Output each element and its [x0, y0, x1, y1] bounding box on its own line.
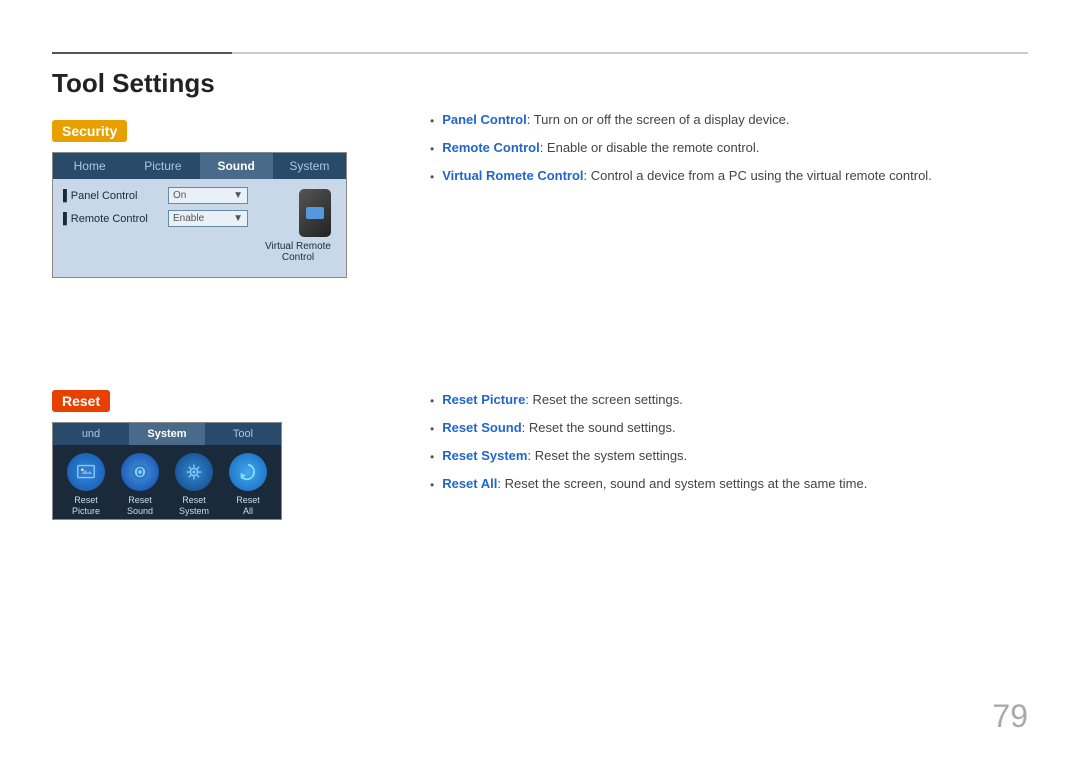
security-right-section: • Panel Control: Turn on or off the scre…	[430, 110, 1028, 206]
reset-icons-row: ResetPicture ResetSound	[53, 445, 281, 519]
reset-bullet-dot-4: •	[430, 476, 434, 494]
reset-system-item: ResetSystem	[170, 453, 218, 517]
all-svg	[237, 461, 259, 483]
reset-bullet-dot-1: •	[430, 392, 434, 410]
panel-control-row: ▌Panel Control On ▼	[63, 187, 265, 204]
bullet-dot-1: •	[430, 112, 434, 130]
tab-home[interactable]: Home	[53, 153, 126, 179]
reset-tab-und[interactable]: und	[53, 423, 129, 445]
reset-sound-link: Reset Sound	[442, 420, 521, 435]
reset-left-section: Reset und System Tool ResetPicture	[52, 390, 362, 520]
reset-tab-tool[interactable]: Tool	[205, 423, 281, 445]
security-bullet-list: • Panel Control: Turn on or off the scre…	[430, 110, 1028, 186]
reset-sound-icon	[121, 453, 159, 491]
reset-picture-item: ResetPicture	[62, 453, 110, 517]
page-number: 79	[992, 698, 1028, 735]
remote-control-link: Remote Control	[442, 140, 540, 155]
tab-system[interactable]: System	[273, 153, 346, 179]
remote-control-desc: : Enable or disable the remote control.	[540, 140, 760, 155]
security-left-section: Security Home Picture Sound System ▌Pane…	[52, 120, 362, 278]
reset-system-link: Reset System	[442, 448, 527, 463]
reset-tab-system[interactable]: System	[129, 423, 205, 445]
reset-picture-label: ResetPicture	[72, 495, 100, 517]
reset-badge: Reset	[52, 390, 110, 412]
panel-control-value: On	[173, 190, 186, 201]
virtual-remote-icon	[299, 189, 331, 237]
reset-sound-desc: : Reset the sound settings.	[522, 420, 676, 435]
bullet-reset-all: • Reset All: Reset the screen, sound and…	[430, 474, 1028, 494]
panel-control-arrow: ▼	[233, 190, 243, 201]
picture-svg	[75, 461, 97, 483]
bullet-reset-picture: • Reset Picture: Reset the screen settin…	[430, 390, 1028, 410]
reset-system-label: ResetSystem	[179, 495, 209, 517]
page-title: Tool Settings	[52, 68, 215, 99]
panel-control-desc: : Turn on or off the screen of a display…	[527, 112, 790, 127]
remote-control-value: Enable	[173, 213, 204, 224]
reset-bullet-dot-3: •	[430, 448, 434, 466]
reset-sound-label: ResetSound	[127, 495, 153, 517]
reset-all-item: ResetAll	[224, 453, 272, 517]
security-badge: Security	[52, 120, 127, 142]
bullet-reset-sound: • Reset Sound: Reset the sound settings.	[430, 418, 1028, 438]
remote-control-label: ▌Remote Control	[63, 213, 168, 225]
bullet-dot-3: •	[430, 168, 434, 186]
remote-screen	[306, 207, 324, 219]
bullet-panel-control: • Panel Control: Turn on or off the scre…	[430, 110, 1028, 130]
virtual-remote-area: Virtual RemoteControl	[265, 187, 336, 269]
reset-system-desc: : Reset the system settings.	[527, 448, 687, 463]
remote-control-row: ▌Remote Control Enable ▼	[63, 210, 265, 227]
security-menu-body: ▌Panel Control On ▼ ▌Remote Control Enab…	[53, 179, 346, 277]
reset-all-desc: : Reset the screen, sound and system set…	[497, 476, 867, 491]
tab-sound[interactable]: Sound	[200, 153, 273, 179]
top-border	[52, 52, 1028, 54]
virtual-remote-link: Virtual Romete Control	[442, 168, 583, 183]
tab-picture[interactable]: Picture	[126, 153, 199, 179]
reset-all-icon	[229, 453, 267, 491]
reset-picture-desc: : Reset the screen settings.	[525, 392, 683, 407]
virtual-remote-label: Virtual RemoteControl	[265, 241, 331, 263]
reset-sound-item: ResetSound	[116, 453, 164, 517]
reset-right-section: • Reset Picture: Reset the screen settin…	[430, 390, 1028, 514]
reset-all-link: Reset All	[442, 476, 497, 491]
security-menu-tabs: Home Picture Sound System	[53, 153, 346, 179]
reset-menu-mockup: und System Tool ResetPicture	[52, 422, 282, 520]
panel-control-label: ▌Panel Control	[63, 190, 168, 202]
panel-control-link: Panel Control	[442, 112, 527, 127]
reset-bullet-list: • Reset Picture: Reset the screen settin…	[430, 390, 1028, 494]
virtual-remote-desc: : Control a device from a PC using the v…	[584, 168, 932, 183]
reset-system-icon	[175, 453, 213, 491]
sound-svg	[129, 461, 151, 483]
bullet-remote-control: • Remote Control: Enable or disable the …	[430, 138, 1028, 158]
bullet-reset-system: • Reset System: Reset the system setting…	[430, 446, 1028, 466]
reset-picture-icon	[67, 453, 105, 491]
remote-control-arrow: ▼	[233, 213, 243, 224]
system-svg	[183, 461, 205, 483]
reset-picture-link: Reset Picture	[442, 392, 525, 407]
panel-control-select[interactable]: On ▼	[168, 187, 248, 204]
reset-bullet-dot-2: •	[430, 420, 434, 438]
bullet-dot-2: •	[430, 140, 434, 158]
security-menu-mockup: Home Picture Sound System ▌Panel Control…	[52, 152, 347, 278]
remote-control-select[interactable]: Enable ▼	[168, 210, 248, 227]
reset-menu-tabs: und System Tool	[53, 423, 281, 445]
reset-all-label: ResetAll	[236, 495, 260, 517]
bullet-virtual-remote: • Virtual Romete Control: Control a devi…	[430, 166, 1028, 186]
